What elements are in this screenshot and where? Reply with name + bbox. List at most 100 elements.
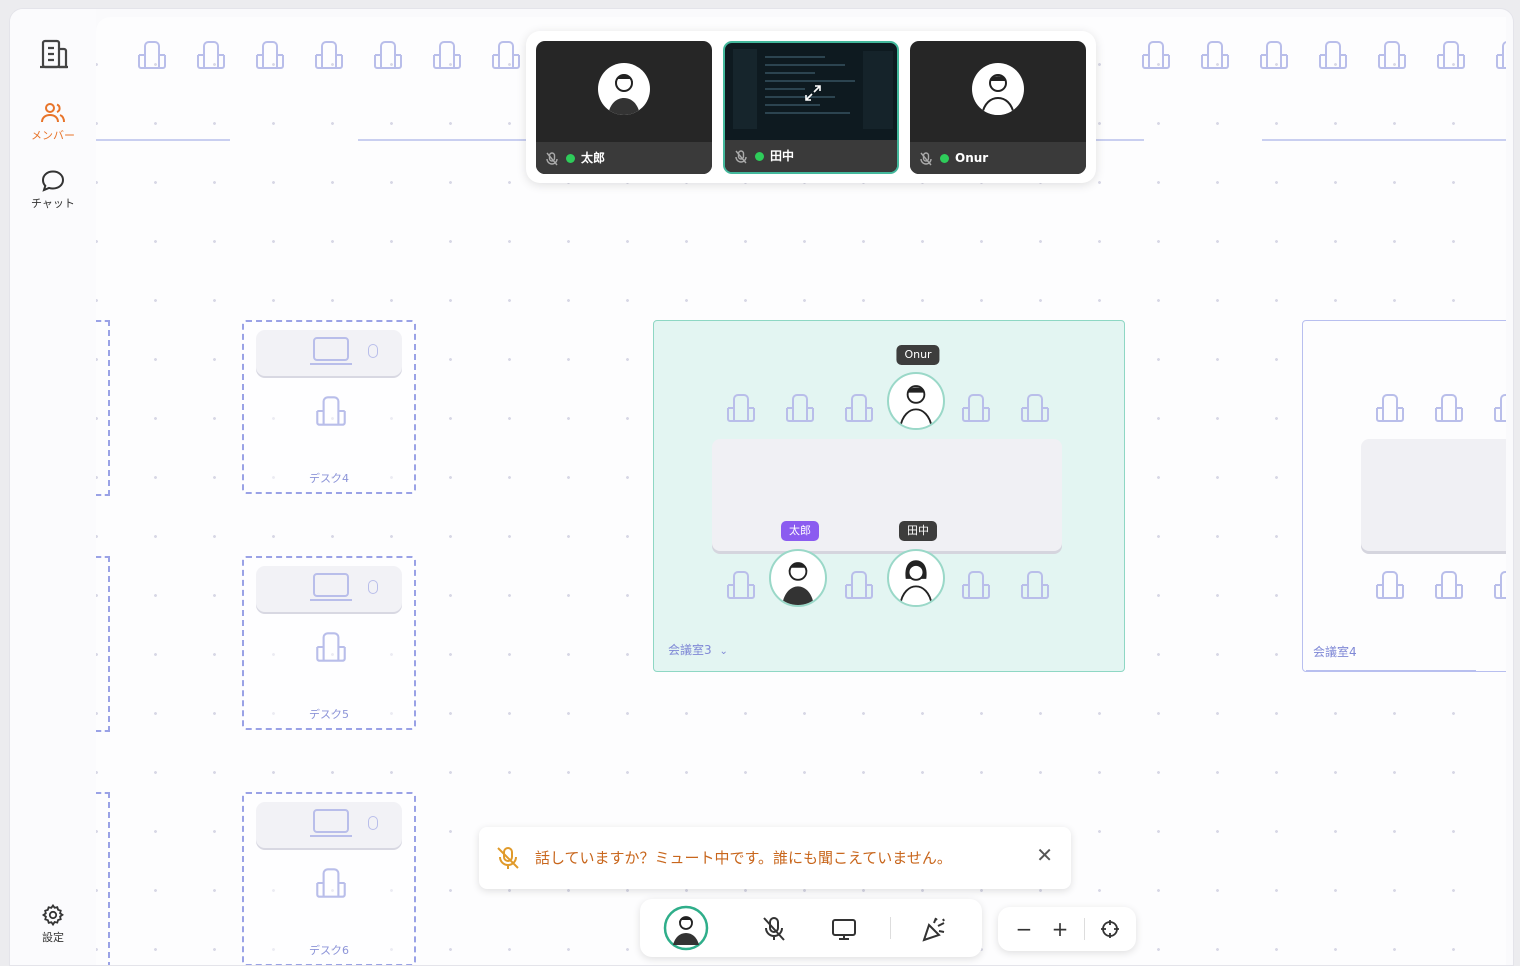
recenter-button[interactable] [1094, 913, 1126, 945]
wall-line [96, 139, 230, 141]
meeting-table [712, 439, 1062, 551]
desk-partial [96, 556, 110, 732]
chair-icon[interactable] [134, 37, 170, 73]
mic-off-icon [920, 151, 932, 165]
participant-name: Onur [955, 151, 989, 165]
chair-icon[interactable] [958, 567, 994, 603]
chair-icon[interactable] [252, 37, 288, 73]
avatar [598, 63, 650, 115]
desk-label: デスク5 [309, 708, 349, 721]
video-tile-taro[interactable]: 太郎 [536, 41, 712, 174]
reaction-button[interactable] [914, 909, 954, 949]
desk-6[interactable]: デスク6 [242, 792, 416, 965]
avatar [663, 905, 709, 951]
chair-icon[interactable] [429, 37, 465, 73]
sidebar: メンバー チャット 設定 [10, 9, 96, 965]
chair-icon[interactable] [1490, 390, 1506, 426]
chevron-down-icon: ⌄ [719, 646, 728, 657]
chair-icon[interactable] [723, 390, 759, 426]
chair-icon[interactable] [1372, 390, 1408, 426]
mute-warning-toast: 話していますか？ミュート中です。誰にも聞こえていません。 ✕ [479, 827, 1071, 889]
chair-icon[interactable] [1138, 37, 1174, 73]
chair-icon[interactable] [370, 37, 406, 73]
chair-icon [316, 632, 346, 662]
chair-icon[interactable] [1492, 37, 1506, 73]
chair-icon[interactable] [841, 390, 877, 426]
participant-name: 太郎 [581, 151, 606, 165]
desk-label: デスク4 [309, 472, 349, 485]
chair-icon[interactable] [1490, 567, 1506, 603]
chair-icon[interactable] [1431, 567, 1467, 603]
monitor-icon [832, 919, 856, 940]
chair-icon[interactable] [1433, 37, 1469, 73]
office-icon[interactable] [10, 33, 96, 75]
chair-icon[interactable] [488, 37, 524, 73]
laptop-icon [310, 573, 352, 601]
chair-icon[interactable] [1197, 37, 1233, 73]
divider [890, 917, 891, 939]
mic-off-icon [546, 151, 558, 165]
meeting-table [1361, 439, 1506, 551]
desk-partial [96, 792, 110, 965]
sidebar-item-settings[interactable]: 設定 [10, 903, 96, 945]
chair-icon[interactable] [958, 390, 994, 426]
chair-icon [316, 868, 346, 898]
close-button[interactable]: ✕ [1036, 843, 1053, 867]
chair-icon[interactable] [1017, 390, 1053, 426]
participant-name: 田中 [770, 149, 795, 163]
desk-5[interactable]: デスク5 [242, 556, 416, 730]
sidebar-item-members[interactable]: メンバー [10, 101, 96, 143]
laptop-icon [310, 809, 352, 837]
tile-footer: Onur [910, 142, 1086, 174]
desk-4[interactable]: デスク4 [242, 320, 416, 494]
wall-line [1262, 139, 1506, 141]
video-strip: 太郎 田中 Onur [526, 31, 1096, 183]
desk-label: デスク6 [309, 944, 349, 957]
chair-icon[interactable] [1431, 390, 1467, 426]
laptop-icon [310, 337, 352, 365]
tile-footer: 太郎 [536, 142, 712, 174]
name-tag-onur: Onur [896, 345, 940, 365]
avatar-taro[interactable] [769, 549, 827, 607]
name-tag-taro: 太郎 [781, 521, 819, 541]
sidebar-item-label: メンバー [31, 129, 75, 142]
party-popper-icon [922, 917, 945, 942]
room-label[interactable]: 会議室3 ⌄ [668, 641, 728, 658]
chair-icon[interactable] [841, 567, 877, 603]
mouse-icon [368, 816, 378, 830]
chair-icon[interactable] [193, 37, 229, 73]
expand-icon[interactable] [803, 83, 823, 103]
mic-off-icon [735, 149, 747, 163]
mute-toggle-button[interactable] [754, 909, 794, 949]
my-avatar-button[interactable] [662, 904, 710, 952]
divider [1084, 918, 1085, 940]
sidebar-item-label: チャット [31, 197, 75, 210]
meeting-room-4[interactable]: 会議室4 [1302, 320, 1506, 672]
avatar-onur[interactable] [887, 372, 945, 430]
sidebar-item-chat[interactable]: チャット [10, 169, 96, 211]
chair-icon[interactable] [1256, 37, 1292, 73]
bottom-toolbar [640, 899, 982, 957]
chair-icon [316, 396, 346, 426]
chair-icon[interactable] [1017, 567, 1053, 603]
screen-share-button[interactable] [824, 909, 864, 949]
chair-icon[interactable] [1315, 37, 1351, 73]
avatar-tanaka[interactable] [887, 549, 945, 607]
crosshair-icon [1101, 920, 1119, 938]
meeting-room-3[interactable]: 会議室3 ⌄ [653, 320, 1125, 672]
room-label: 会議室4 [1313, 645, 1357, 659]
zoom-controls: − + [998, 907, 1136, 951]
video-tile-tanaka[interactable]: 田中 [723, 41, 899, 174]
video-tile-onur[interactable]: Onur [910, 41, 1086, 174]
zoom-in-button[interactable]: + [1044, 913, 1076, 945]
desk-partial [96, 320, 110, 496]
chair-icon[interactable] [1372, 567, 1408, 603]
sidebar-item-label: 設定 [42, 931, 64, 944]
chair-icon[interactable] [311, 37, 347, 73]
chair-icon[interactable] [1374, 37, 1410, 73]
members-icon [41, 103, 65, 123]
chair-icon[interactable] [782, 390, 818, 426]
chair-icon[interactable] [723, 567, 759, 603]
wall-line [358, 139, 528, 141]
zoom-out-button[interactable]: − [1008, 913, 1040, 945]
